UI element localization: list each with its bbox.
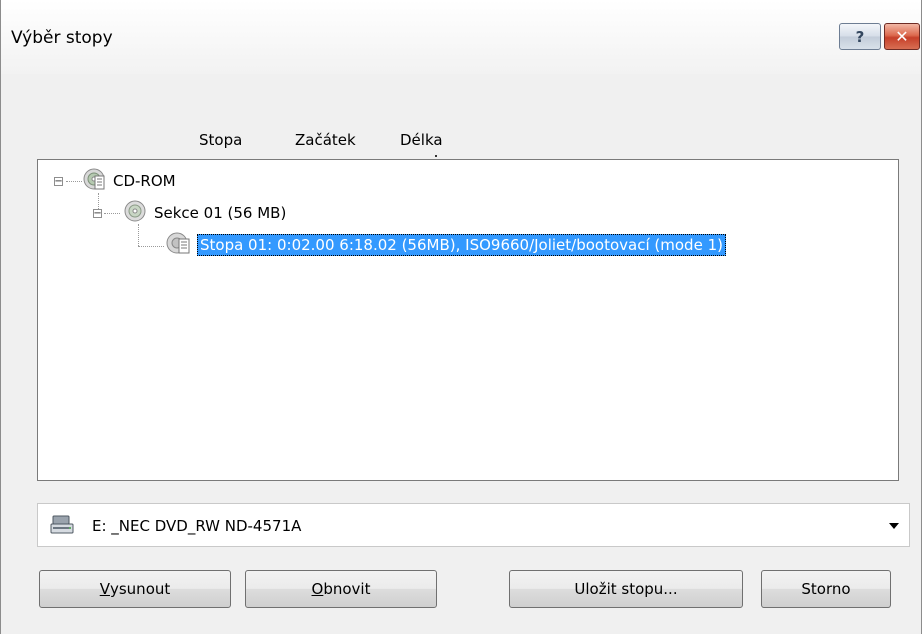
tree-node-track-01[interactable]: Stopa 01: 0:02.00 6:18.02 (56MB), ISO966…	[166, 231, 726, 259]
track-selection-dialog: Výběr stopy ? ✕ Stopa Začátek Délka − CD…	[0, 0, 922, 634]
tree-node-label: Stopa 01: 0:02.00 6:18.02 (56MB), ISO966…	[197, 234, 726, 256]
refresh-button[interactable]: Obnovit	[245, 570, 437, 608]
mnemonic-letter: V	[99, 580, 110, 598]
mnemonic-letter: O	[311, 580, 324, 598]
column-header-stopa[interactable]: Stopa	[199, 131, 242, 149]
button-label: bnovit	[323, 580, 371, 598]
button-label: Uložit stopu...	[574, 580, 678, 598]
cancel-button[interactable]: Storno	[761, 570, 891, 608]
collapse-icon[interactable]: −	[93, 208, 102, 218]
close-button[interactable]: ✕	[884, 23, 920, 50]
help-button[interactable]: ?	[839, 23, 881, 50]
button-label: Storno	[801, 580, 851, 598]
optical-drive-icon	[50, 514, 74, 540]
drive-select-value: E: _NEC DVD_RW ND-4571A	[92, 517, 302, 535]
column-header-delka[interactable]: Délka	[400, 131, 443, 149]
tree-connector	[138, 246, 164, 247]
column-header-zacatek[interactable]: Začátek	[295, 131, 356, 149]
button-label: ysunout	[109, 580, 171, 598]
close-icon: ✕	[895, 27, 909, 46]
title-bar: Výběr stopy ? ✕	[1, 0, 921, 74]
column-divider-marker	[435, 155, 437, 157]
help-icon: ?	[855, 27, 865, 46]
eject-button[interactable]: Vysunout	[39, 570, 231, 608]
tree-node-label: Sekce 01 (56 MB)	[154, 204, 287, 222]
tree-node-session[interactable]: − Sekce 01 (56 MB)	[93, 199, 287, 227]
disc-icon	[122, 199, 148, 227]
collapse-icon[interactable]: −	[54, 176, 63, 186]
data-track-icon	[166, 231, 192, 259]
cd-drive-icon	[81, 167, 107, 195]
track-tree[interactable]: − CD-ROM − Sekce 01 (56 MB) Stopa 01: 0:…	[37, 159, 899, 481]
tree-connector	[138, 224, 139, 246]
save-track-button[interactable]: Uložit stopu...	[509, 570, 743, 608]
tree-node-label: CD-ROM	[113, 172, 176, 190]
tree-node-cd-rom[interactable]: − CD-ROM	[54, 167, 176, 195]
drive-select[interactable]: E: _NEC DVD_RW ND-4571A	[37, 503, 910, 547]
chevron-down-icon[interactable]	[889, 523, 899, 529]
window-title: Výběr stopy	[11, 28, 113, 48]
